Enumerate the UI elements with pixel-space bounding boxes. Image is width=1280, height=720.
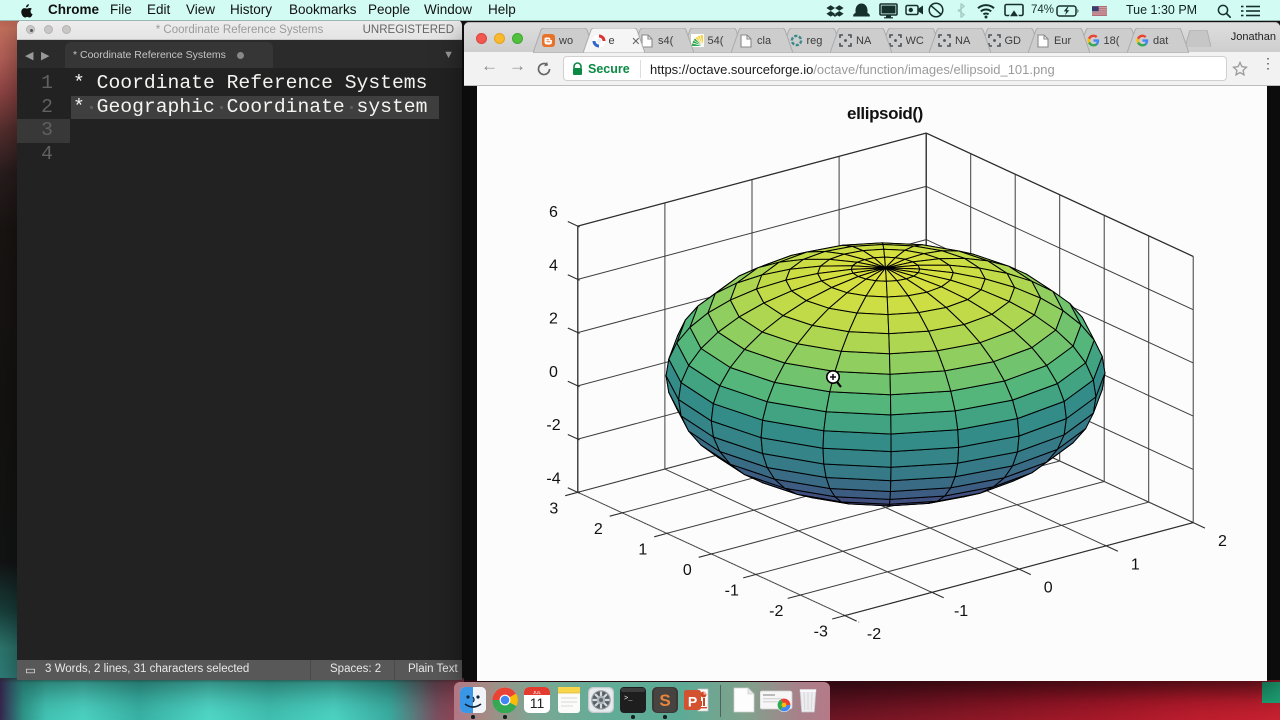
svg-text:-1: -1 <box>954 603 968 620</box>
svg-text:-4: -4 <box>546 470 560 487</box>
svg-text:4: 4 <box>549 257 558 274</box>
svg-text:S: S <box>659 691 670 710</box>
svg-text:2: 2 <box>594 521 603 538</box>
svg-text:>_: >_ <box>624 695 633 703</box>
svg-text:6: 6 <box>549 204 558 221</box>
svg-text:-2: -2 <box>546 417 560 434</box>
svg-text:3: 3 <box>549 500 558 517</box>
svg-text:-2: -2 <box>867 626 881 643</box>
svg-text:-2: -2 <box>769 603 783 620</box>
svg-text:2: 2 <box>549 311 558 328</box>
svg-text:P: P <box>688 694 697 710</box>
svg-text:0: 0 <box>683 562 692 579</box>
svg-text:0: 0 <box>549 364 558 381</box>
svg-text:ellipsoid(): ellipsoid() <box>847 104 923 123</box>
svg-text:-3: -3 <box>814 624 828 641</box>
svg-text:1: 1 <box>1131 556 1140 573</box>
svg-text:11: 11 <box>530 695 545 711</box>
svg-text:-1: -1 <box>725 583 739 600</box>
svg-text:2: 2 <box>1218 533 1227 550</box>
svg-text:0: 0 <box>1044 580 1053 597</box>
svg-text:1: 1 <box>638 542 647 559</box>
